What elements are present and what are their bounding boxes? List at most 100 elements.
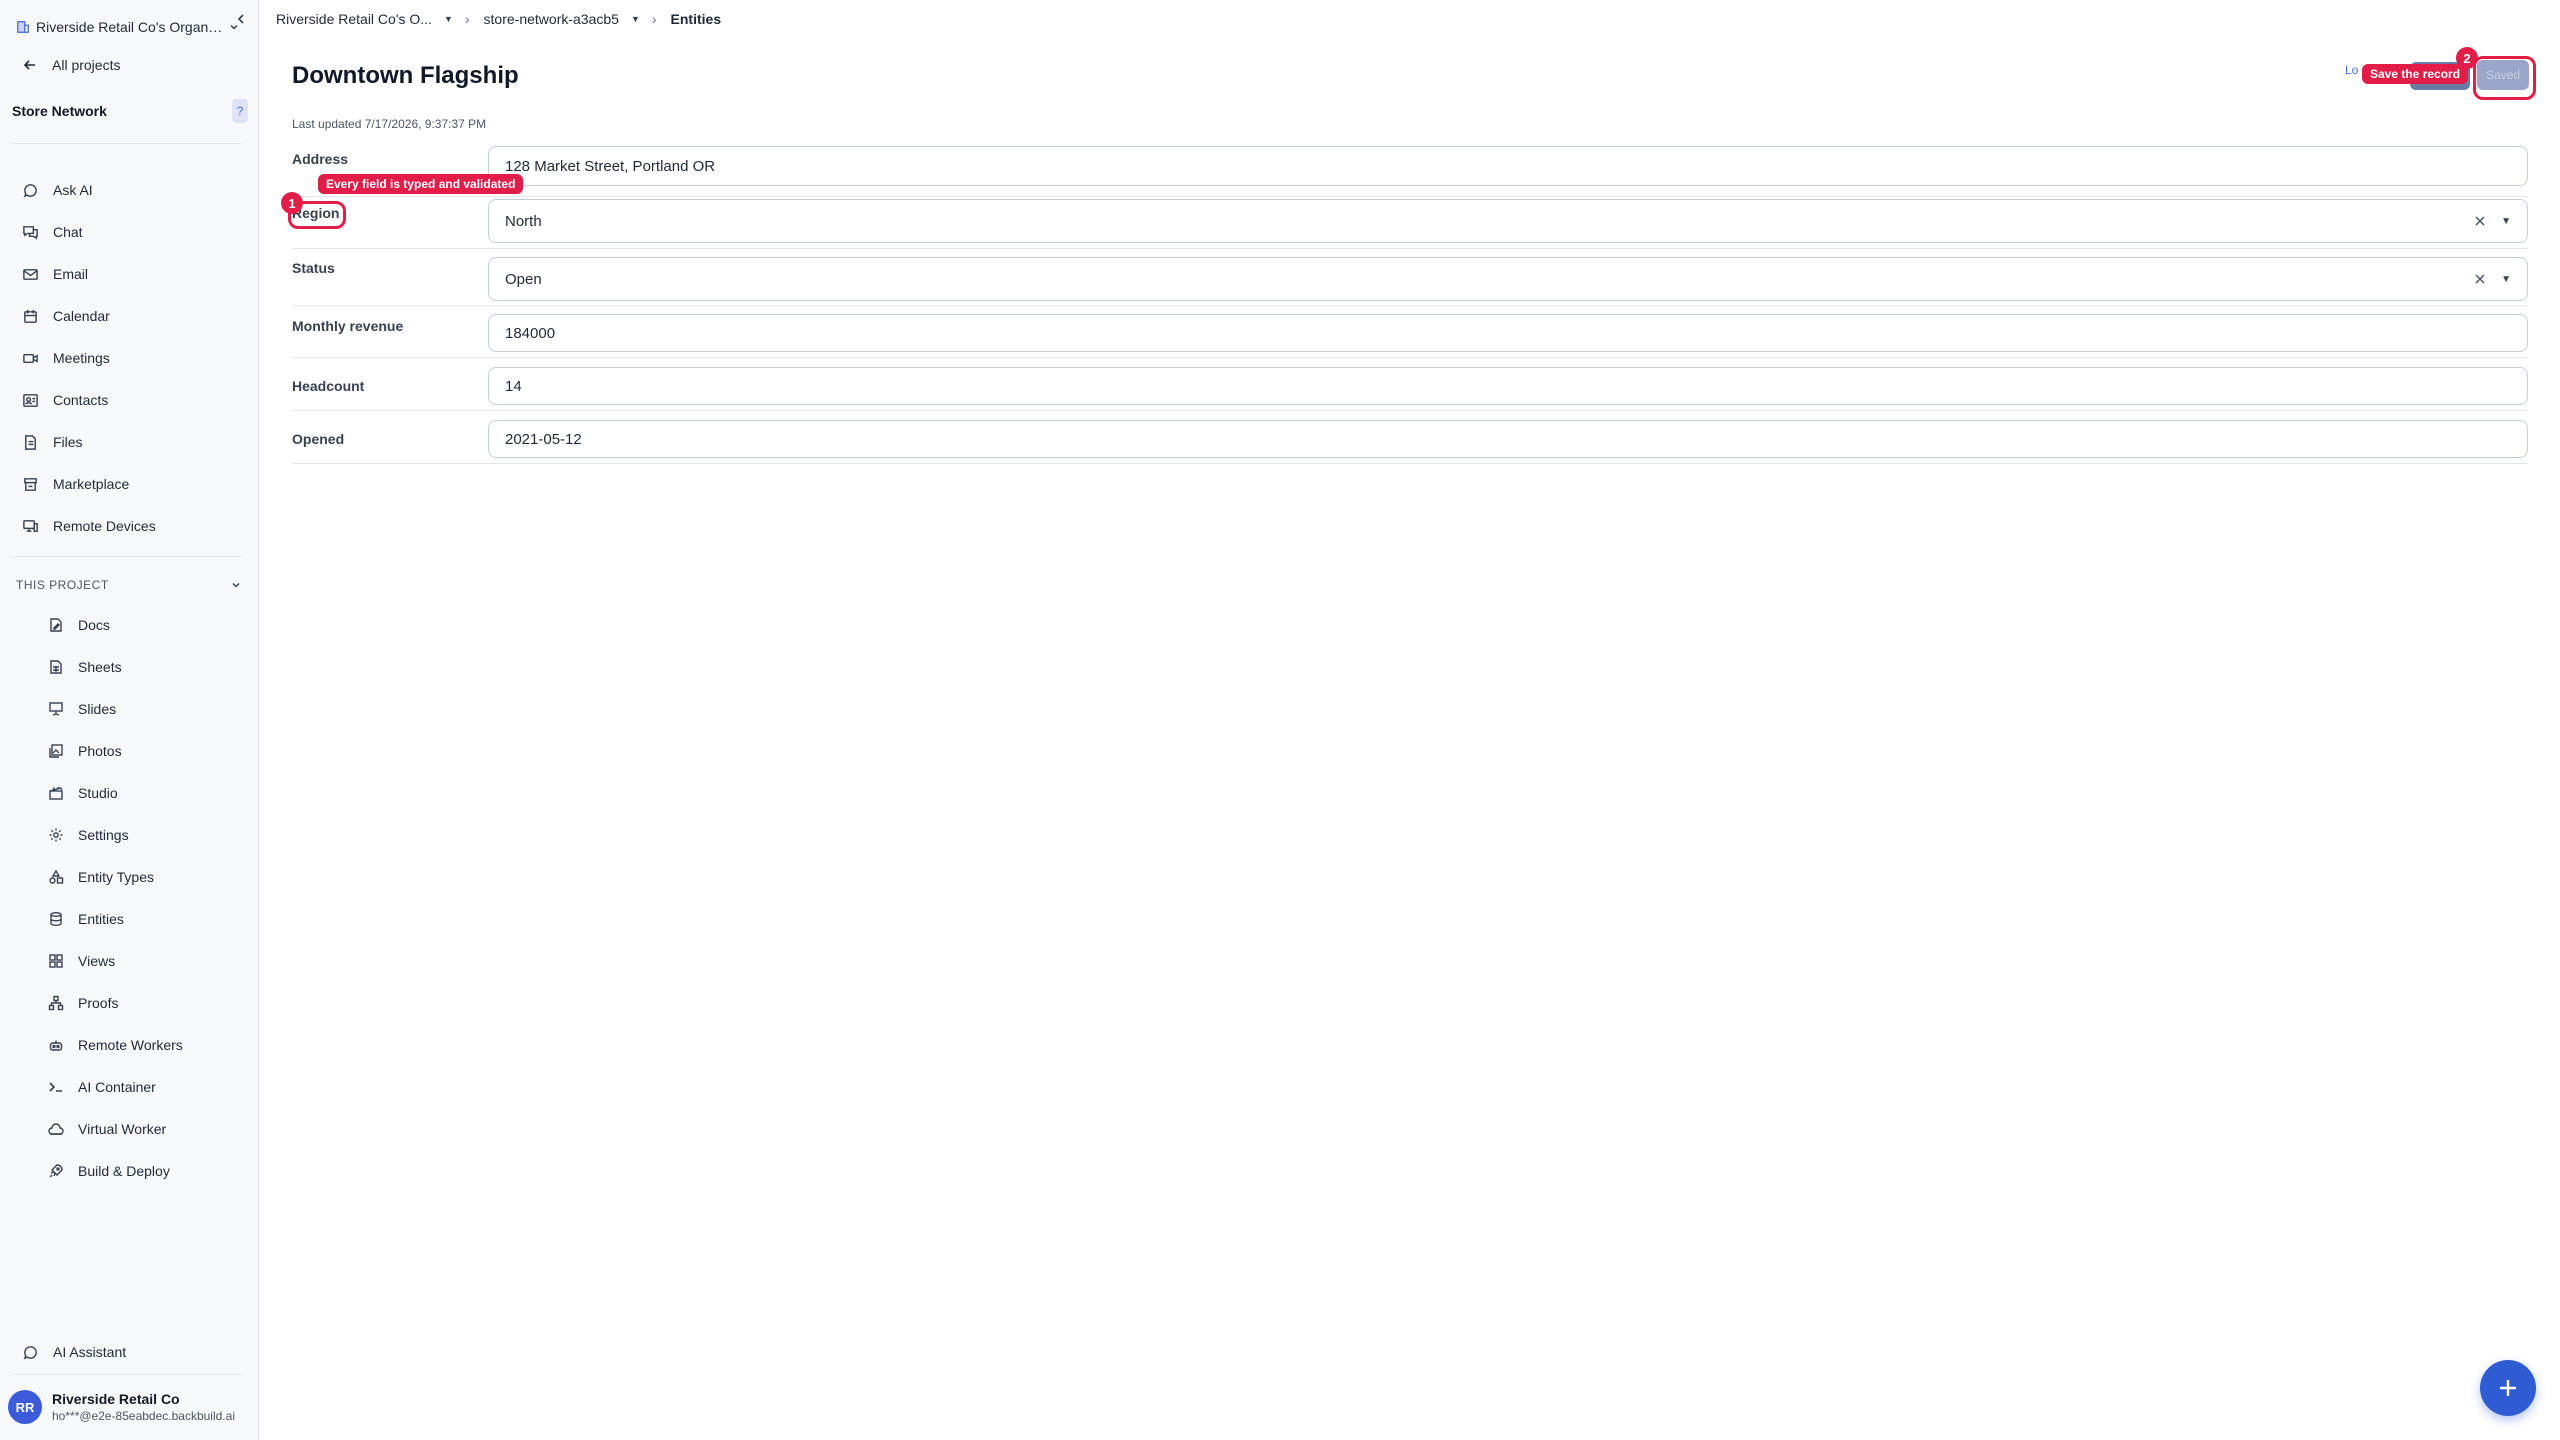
project-item-entity-types[interactable]: Entity Types	[48, 865, 154, 889]
opened-date-input[interactable]: 2021-05-12	[488, 420, 2528, 458]
project-item-ai-container[interactable]: AI Container	[48, 1075, 156, 1099]
field-label: Address	[292, 151, 349, 167]
clear-icon[interactable]	[2473, 272, 2487, 286]
org-switcher[interactable]: Riverside Retail Co's Organiz...	[16, 14, 246, 40]
terminal-icon	[49, 1082, 62, 1092]
org-name: Riverside Retail Co's Organiz...	[36, 19, 224, 35]
project-item-label: Settings	[78, 827, 129, 843]
caret-down-icon[interactable]: ▼	[444, 14, 453, 24]
field-label: Monthly revenue	[292, 318, 404, 334]
project-item-proofs[interactable]: Proofs	[48, 991, 118, 1015]
project-item-virtual-worker[interactable]: Virtual Worker	[48, 1117, 166, 1141]
project-item-label: Views	[78, 953, 116, 969]
tooltip-2: Save the record	[2362, 64, 2469, 84]
chevron-down-icon	[232, 582, 240, 588]
region-select[interactable]: North ▼	[488, 199, 2528, 243]
nav-contacts[interactable]: Contacts	[22, 388, 108, 412]
collapse-sidebar-button[interactable]	[232, 10, 250, 28]
breadcrumb: Riverside Retail Co's O... ▼ › store-net…	[276, 8, 721, 30]
project-item-sheets[interactable]: Sheets	[48, 655, 122, 679]
avatar: RR	[8, 1390, 42, 1424]
field-value: North	[505, 212, 542, 230]
clapper-icon	[49, 786, 63, 800]
nav-ai-assistant[interactable]: AI Assistant	[22, 1340, 126, 1364]
nav-label: Calendar	[53, 308, 110, 324]
presentation-icon	[49, 702, 63, 716]
user-account[interactable]: RR Riverside Retail Co ho***@e2e-85eabde…	[8, 1386, 248, 1428]
dropdown-arrow-icon[interactable]: ▼	[2501, 274, 2511, 285]
address-input[interactable]: 128 Market Street, Portland OR	[488, 146, 2528, 186]
lo-link[interactable]: Lo	[2345, 63, 2358, 77]
clear-icon[interactable]	[2473, 214, 2487, 228]
project-item-settings[interactable]: Settings	[48, 823, 129, 847]
doc-edit-icon	[50, 618, 62, 632]
all-projects-link[interactable]: All projects	[22, 54, 120, 76]
select-actions: ▼	[2473, 200, 2511, 242]
nav-label: Marketplace	[53, 476, 130, 492]
nav-chat[interactable]: Chat	[22, 220, 83, 244]
project-item-docs[interactable]: Docs	[48, 613, 110, 637]
headcount-input[interactable]: 14	[488, 367, 2528, 405]
add-fab-button[interactable]: +	[2480, 1360, 2536, 1416]
store-icon	[24, 477, 37, 491]
project-item-studio[interactable]: Studio	[48, 781, 118, 805]
project-item-build-deploy[interactable]: Build & Deploy	[48, 1159, 170, 1183]
field-value: 184000	[505, 324, 556, 342]
this-project-section-toggle[interactable]: THIS PROJECT	[16, 574, 242, 596]
project-item-remote-workers[interactable]: Remote Workers	[48, 1033, 183, 1057]
project-item-label: Slides	[78, 701, 117, 717]
hierarchy-icon	[48, 995, 64, 1011]
field-label: Status	[292, 260, 335, 276]
sheet-icon	[50, 660, 62, 674]
monthly-revenue-input[interactable]: 184000	[488, 314, 2528, 352]
robot-icon	[49, 1040, 63, 1051]
project-item-slides[interactable]: Slides	[48, 697, 116, 721]
database-icon	[50, 912, 62, 927]
project-item-label: Entity Types	[78, 869, 155, 885]
project-item-entities[interactable]: Entities	[48, 907, 124, 931]
nav-calendar[interactable]: Calendar	[22, 304, 110, 328]
chat-icon	[23, 225, 38, 239]
project-item-photos[interactable]: Photos	[48, 739, 122, 763]
user-email: ho***@e2e-85eabdec.backbuild.ai	[52, 1409, 235, 1423]
field-row-opened: Opened 2021-05-12	[292, 411, 2528, 464]
breadcrumb-separator-icon: ›	[464, 11, 470, 27]
monitor-icon	[23, 519, 38, 532]
nav-label: AI Assistant	[53, 1344, 127, 1360]
nav-marketplace[interactable]: Marketplace	[22, 472, 129, 496]
nav-files[interactable]: Files	[22, 430, 83, 454]
status-select[interactable]: Open ▼	[488, 257, 2528, 301]
caret-down-icon[interactable]: ▼	[631, 14, 640, 24]
nav-label: Files	[53, 434, 83, 450]
field-row-status: Status Open ▼	[292, 249, 2528, 306]
user-name: Riverside Retail Co	[52, 1391, 180, 1407]
arrow-left-icon	[23, 60, 35, 70]
nav-ask-ai[interactable]: Ask AI	[22, 178, 93, 202]
field-row-region: Region North ▼	[292, 197, 2528, 249]
chevron-left-icon	[237, 14, 244, 24]
nav-label: Meetings	[53, 350, 110, 366]
project-item-label: Proofs	[78, 995, 119, 1011]
rocket-icon	[49, 1164, 63, 1178]
dropdown-arrow-icon[interactable]: ▼	[2501, 216, 2511, 227]
project-item-views[interactable]: Views	[48, 949, 115, 973]
breadcrumb-org[interactable]: Riverside Retail Co's O...	[276, 11, 432, 27]
save-button-highlight	[2473, 56, 2536, 100]
calendar-icon	[24, 309, 37, 323]
field-value: 2021-05-12	[505, 430, 582, 448]
file-icon	[25, 434, 36, 450]
nav-email[interactable]: Email	[22, 262, 88, 286]
building-icon	[17, 21, 29, 33]
nav-remote-devices[interactable]: Remote Devices	[22, 514, 156, 538]
section-title: THIS PROJECT	[16, 578, 109, 592]
project-item-label: Virtual Worker	[78, 1121, 167, 1137]
nav-label: Chat	[53, 224, 83, 240]
breadcrumb-project[interactable]: store-network-a3acb5	[484, 11, 619, 27]
step-marker-1: 1	[281, 192, 303, 214]
contacts-icon	[23, 393, 38, 407]
project-item-label: Sheets	[78, 659, 122, 675]
last-updated: Last updated 7/17/2026, 9:37:37 PM	[292, 117, 487, 131]
project-item-label: Docs	[78, 617, 110, 633]
help-button[interactable]: ?	[232, 99, 248, 123]
nav-meetings[interactable]: Meetings	[22, 346, 110, 370]
